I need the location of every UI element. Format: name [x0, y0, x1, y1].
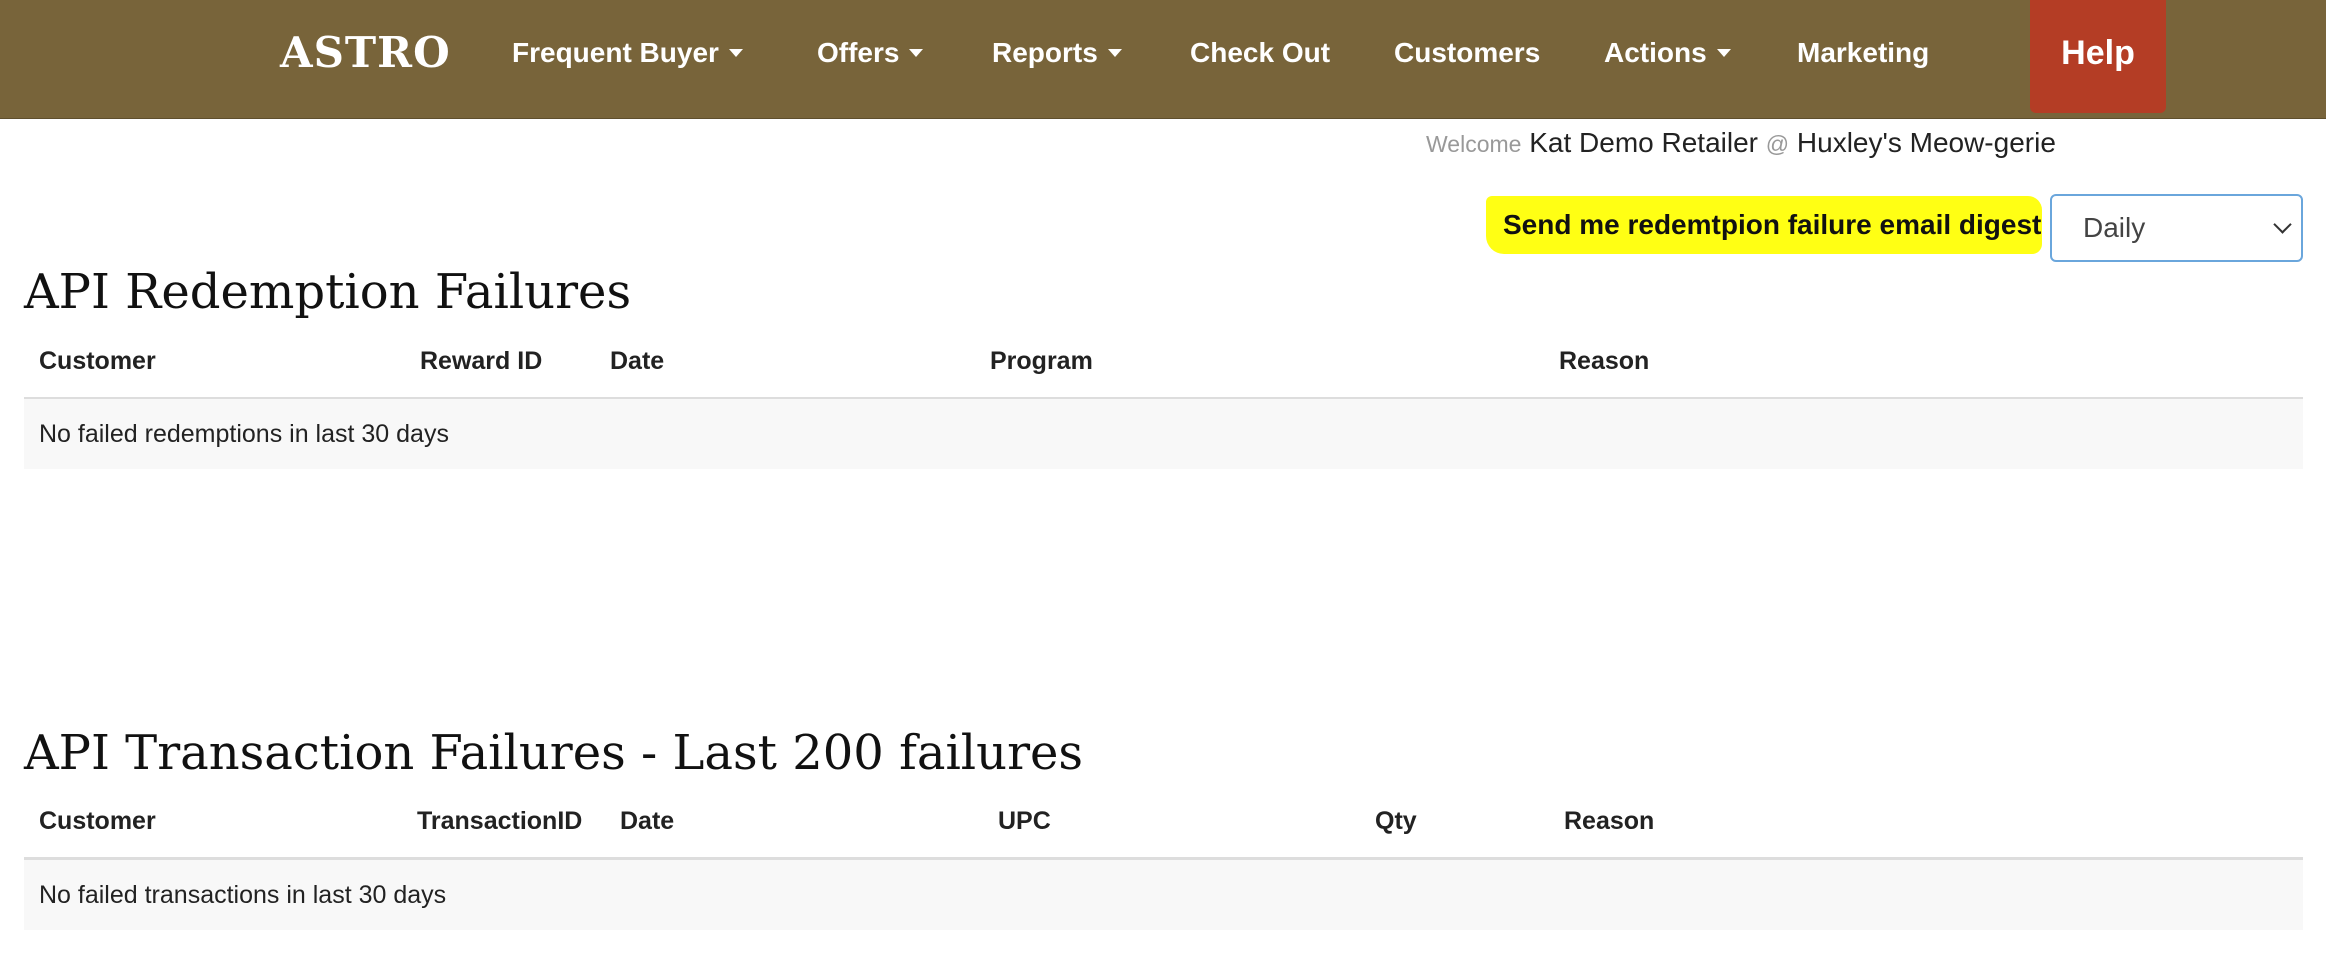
user-name: Kat Demo Retailer — [1529, 127, 1758, 158]
transaction-empty-row: No failed transactions in last 30 days — [24, 860, 2303, 930]
store-name: Huxley's Meow-gerie — [1796, 127, 2056, 158]
nav-marketing[interactable]: Marketing — [1797, 0, 1929, 106]
col-customer: Customer — [39, 807, 156, 835]
digest-label: Send me redemtpion failure email digest — [1486, 196, 2042, 254]
nav-actions-label: Actions — [1604, 37, 1707, 68]
nav-customers-label: Customers — [1394, 37, 1541, 68]
col-customer: Customer — [39, 347, 156, 375]
col-program: Program — [990, 347, 1093, 375]
nav-frequent-buyer[interactable]: Frequent Buyer — [512, 0, 743, 106]
col-reason: Reason — [1559, 347, 1650, 375]
redemption-failures-title: API Redemption Failures — [24, 264, 632, 320]
welcome-line: Welcome Kat Demo Retailer @ Huxley's Meo… — [1426, 127, 2056, 159]
col-reward-id: Reward ID — [420, 347, 543, 375]
chevron-down-icon — [2273, 215, 2292, 234]
nav-check-out[interactable]: Check Out — [1190, 0, 1330, 106]
nav-marketing-label: Marketing — [1797, 37, 1930, 68]
redemption-table-header: Customer Reward ID Date Program Reason — [24, 325, 2303, 400]
col-date: Date — [610, 347, 665, 375]
nav-offers-label: Offers — [817, 37, 900, 68]
digest-selected-value: Daily — [2083, 212, 2146, 243]
nav-frequent-buyer-label: Frequent Buyer — [512, 37, 719, 68]
transaction-table-header: Customer TransactionID Date UPC Qty Reas… — [24, 785, 2303, 860]
welcome-prefix: Welcome — [1426, 131, 1522, 157]
nav-check-out-label: Check Out — [1190, 37, 1331, 68]
help-button[interactable]: Help — [2030, 0, 2166, 113]
col-qty: Qty — [1375, 807, 1417, 835]
transaction-failures-title: API Transaction Failures - Last 200 fail… — [24, 725, 1084, 781]
caret-down-icon — [728, 48, 743, 57]
col-reason: Reason — [1564, 807, 1655, 835]
caret-down-icon — [1107, 48, 1122, 57]
nav-reports[interactable]: Reports — [992, 0, 1122, 106]
digest-frequency-select[interactable]: Daily — [2050, 194, 2303, 262]
caret-down-icon — [1716, 48, 1731, 57]
nav-offers[interactable]: Offers — [817, 0, 924, 106]
caret-down-icon — [909, 48, 924, 57]
astro-logo[interactable]: ASTRO — [280, 28, 451, 78]
col-upc: UPC — [998, 807, 1051, 835]
redemption-empty-row: No failed redemptions in last 30 days — [24, 399, 2303, 469]
col-transaction-id: TransactionID — [417, 807, 583, 835]
nav-actions[interactable]: Actions — [1604, 0, 1731, 106]
col-date: Date — [620, 807, 675, 835]
top-navbar: ASTRO Frequent Buyer Offers Reports Chec… — [0, 0, 2326, 119]
at-sign: @ — [1765, 131, 1790, 157]
nav-reports-label: Reports — [992, 37, 1098, 68]
nav-customers[interactable]: Customers — [1394, 0, 1540, 106]
